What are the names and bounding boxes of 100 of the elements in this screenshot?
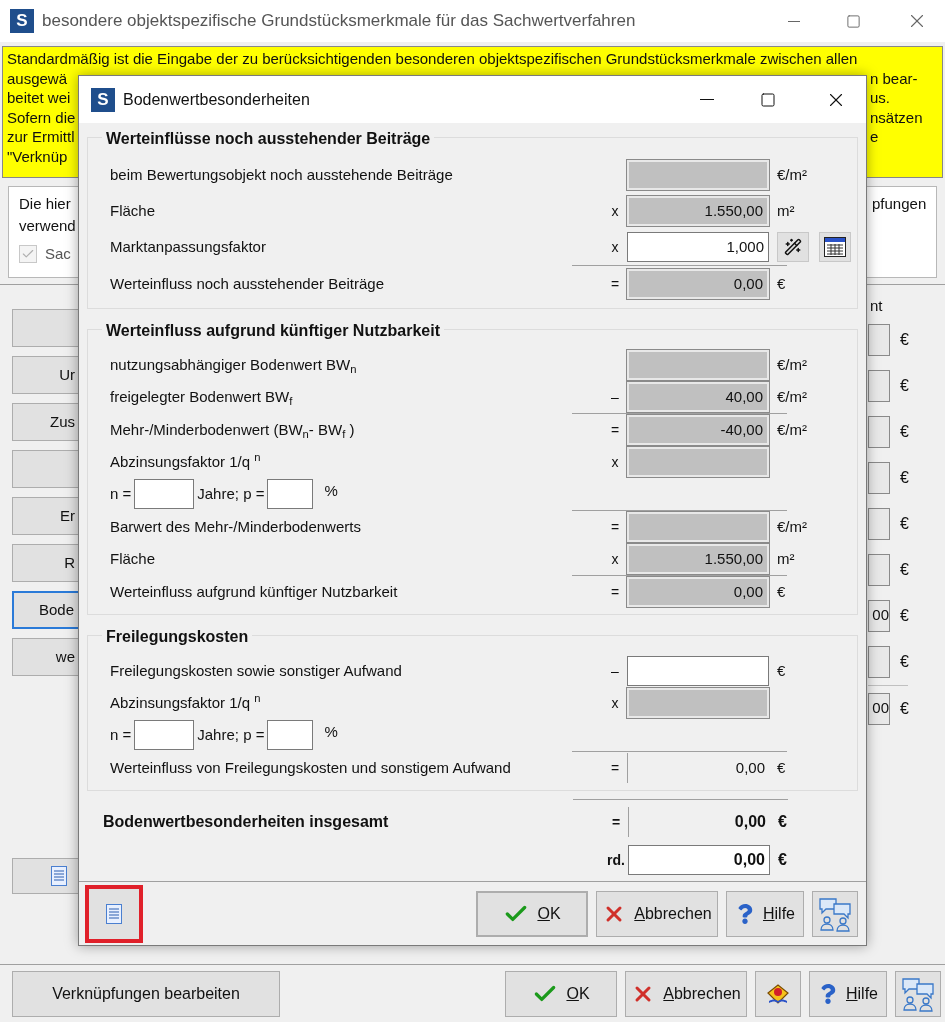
field-label: Abzinsungsfaktor 1/q $^{n}$ [110,453,261,470]
checkbox-label: Sac [45,244,71,264]
field-label: Werteinfluss noch ausstehender Beiträge [110,275,385,292]
operator: x [611,201,619,221]
app-icon: S [10,9,34,33]
cancel-button[interactable]: Abbrechen [596,890,718,937]
table-button[interactable] [819,232,851,262]
note-text: n bear- [870,69,918,87]
maximize-icon [845,13,861,29]
wand-button[interactable] [777,232,809,262]
value-field[interactable] [627,656,769,686]
value-field[interactable] [868,323,890,356]
field-label: Bodenwertbesonderheiten insgesamt [103,813,389,830]
unit-label: € [777,581,786,602]
unit-label: m² [777,200,795,221]
field-label: Abzinsungsfaktor 1/q $^{n}$ [110,694,261,711]
unit-label: m² [777,548,795,569]
note-text: zur Ermittl [7,127,76,147]
note-text: e [870,128,879,145]
value-field[interactable]: 0,00 [628,845,770,875]
operator: = [610,517,620,537]
maximize-icon [760,91,776,108]
document-button[interactable] [85,884,143,943]
help-book-button[interactable] [755,970,801,1017]
chat-button[interactable] [812,890,858,937]
note-text: "Verknüp [7,146,69,166]
operator: = [611,812,621,832]
value-field[interactable]: 0,00 [627,577,769,607]
unit-label: € [777,660,786,681]
ok-button[interactable]: OK [505,970,617,1017]
years-label: Jahre; p = [197,483,265,504]
operator: rd. [607,850,625,870]
app-icon: S [91,87,115,112]
operator: – [611,387,619,407]
years-input[interactable] [134,479,195,509]
percent-label: % [324,481,338,501]
note-text: Sofern die [7,107,77,127]
value-field[interactable]: 00 [868,599,890,632]
unit-label: € [777,273,786,294]
percent-label: % [324,722,338,742]
window-title: besondere objektspezifische Grundstücksmerkmale für das Sachwertverfahren [42,10,637,33]
field-label: Fläche [110,202,156,219]
value-field[interactable]: 1,000 [627,232,769,262]
unit-label: € [778,812,787,832]
ok-button[interactable]: OK [476,890,588,937]
years-input[interactable] [134,720,195,750]
unit-label: € [900,329,909,350]
percent-input[interactable] [267,479,314,509]
unit-label: € [900,421,909,442]
chat-people-icon [817,895,853,932]
help-book-icon [766,982,790,1005]
document-icon [51,866,67,886]
field-label: Marktanpassungsfaktor [110,238,266,255]
value-field[interactable]: 1.550,00 [627,544,769,574]
unit-label: €/m² [777,419,807,440]
unit-label: € [900,698,909,719]
value-field[interactable] [868,645,890,678]
operator: x [611,452,619,472]
help-button[interactable]: Hilfe [809,970,887,1017]
years-label: Jahre; p = [197,724,265,745]
field-label: Werteinfluss von Freilegungskosten und sonstigem Aufwand [110,759,511,776]
value-field[interactable]: 1.550,00 [627,196,769,226]
unit-label: €/m² [777,516,807,537]
group-text: pfungen [872,194,926,214]
unit-label: €/m² [777,164,807,185]
value-field[interactable] [868,507,890,540]
column-heading: nt [869,296,884,316]
check-icon [21,247,35,261]
operator: x [611,237,619,257]
operator: = [610,274,620,294]
note-text: nsätzen [870,108,923,126]
unit-label: € [900,375,909,396]
value-field[interactable] [868,461,890,494]
operator: = [610,582,620,602]
minimize-icon [788,20,800,22]
note-text: us. [870,89,890,106]
value-field[interactable]: -40,00 [627,415,769,445]
unit-label: €/m² [777,354,807,375]
wand-icon [784,238,802,256]
value-field[interactable] [868,415,890,448]
value-field[interactable]: 40,00 [627,382,769,412]
group-text: Die hier [19,194,72,214]
chat-button[interactable] [895,970,941,1017]
n-label: n = [110,724,132,745]
value-field[interactable]: 0,00 [627,269,769,299]
note-text: Standardmäßig ist die Eingabe der zu berücksichtigenden besonderen objektspezifischen Grundstücksmerkmale zwischen allen [7,50,858,67]
help-button[interactable]: Hilfe [726,890,804,937]
chat-people-icon [900,975,936,1012]
note-text: beitet wei [7,88,72,108]
operator: x [611,693,619,713]
percent-input[interactable] [267,720,314,750]
value-field[interactable] [868,369,890,402]
operator: = [610,420,620,440]
value-field[interactable]: 00 [868,692,890,725]
unit-label: € [900,559,909,580]
value-field[interactable] [868,553,890,586]
field-label: beim Bewertungsobjekt noch ausstehende Beiträge [110,166,453,183]
edit-links-button[interactable]: Verknüpfungen bearbeiten [12,970,280,1017]
operator: x [611,549,619,569]
cancel-button[interactable]: Abbrechen [625,970,747,1017]
